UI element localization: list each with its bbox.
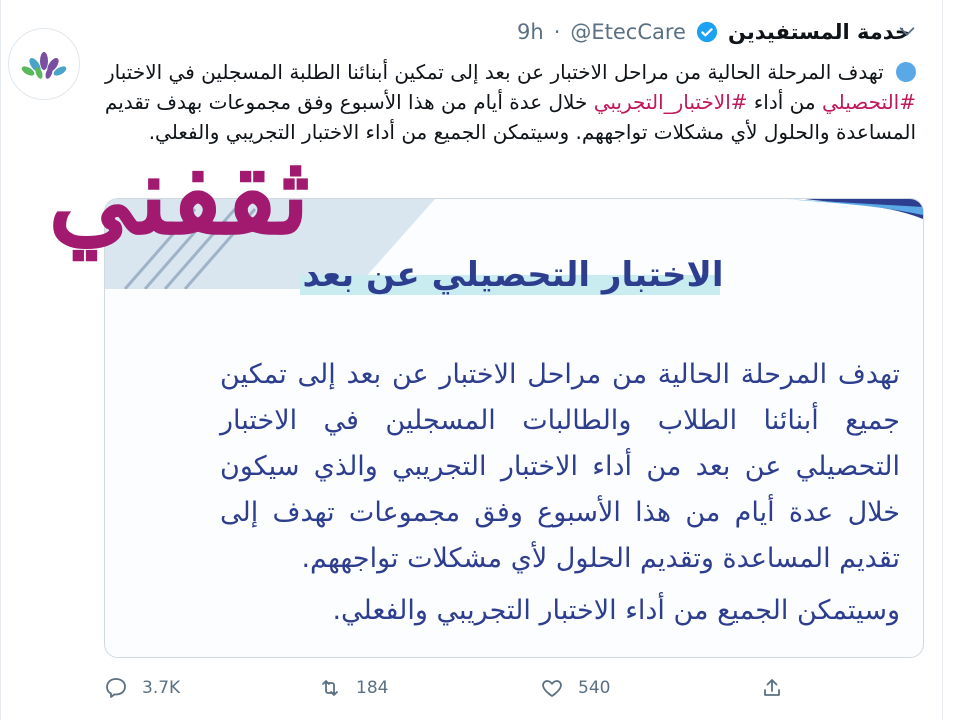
author-name[interactable]: خدمة المستفيدين xyxy=(728,20,910,44)
watermark-text: ثقفني xyxy=(48,133,310,259)
reply-button[interactable]: 3.7K xyxy=(104,676,180,700)
avatar[interactable] xyxy=(8,28,80,100)
retweet-button[interactable]: 184 xyxy=(318,676,388,700)
hashtag-link[interactable]: #الاختبار_التجريبي xyxy=(594,90,748,114)
share-button[interactable] xyxy=(760,676,784,700)
right-border xyxy=(942,0,943,720)
like-count: 540 xyxy=(578,678,611,698)
like-button[interactable]: 540 xyxy=(540,676,610,700)
chevron-down-icon[interactable] xyxy=(896,20,918,42)
reply-icon xyxy=(106,678,126,698)
tweet-text-prefix: تهدف المرحلة الحالية من مراحل الاختبار ع… xyxy=(105,60,884,84)
retweet-count: 184 xyxy=(356,678,389,698)
timestamp[interactable]: 9h xyxy=(517,20,544,44)
etec-logo-icon xyxy=(21,52,67,79)
verified-badge-icon xyxy=(696,21,718,43)
card-paragraph: وسيتمكن الجميع من أداء الاختبار التجريبي… xyxy=(332,595,900,626)
reply-count: 3.7K xyxy=(142,678,181,698)
card-title: الاختبار التحصيلي عن بعد xyxy=(302,255,724,295)
heart-icon xyxy=(542,680,562,697)
card-body: تهدف المرحلة الحالية من مراحل الاختبار ع… xyxy=(220,352,900,634)
tweet-actions: 3.7K 184 540 xyxy=(0,676,960,712)
card-paragraph: تهدف المرحلة الحالية من مراحل الاختبار ع… xyxy=(220,359,900,574)
author-handle[interactable]: @EtecCare xyxy=(570,20,686,44)
blue-circle-emoji xyxy=(896,62,916,82)
hashtag-link[interactable]: #التحصيلي xyxy=(822,90,916,114)
tweet-text-middle: من أداء xyxy=(753,90,816,114)
retweet-icon xyxy=(322,680,338,696)
tweet-header: خدمة المستفيدين @EtecCare · 9h xyxy=(517,20,910,44)
share-icon xyxy=(764,679,780,696)
separator-dot: · xyxy=(553,20,561,44)
left-border xyxy=(0,0,1,720)
